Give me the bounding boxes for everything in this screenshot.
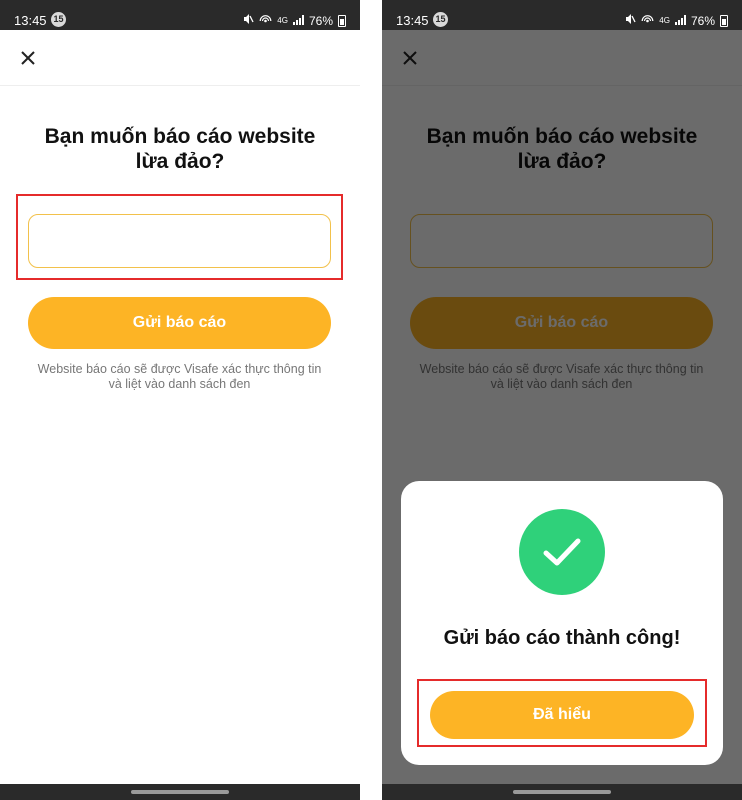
success-badge	[519, 509, 605, 595]
close-button[interactable]	[14, 44, 42, 72]
network-type: 4G	[659, 16, 670, 25]
signal-icon	[292, 14, 304, 28]
status-time: 13:45	[14, 13, 47, 28]
status-time: 13:45	[396, 13, 429, 28]
home-indicator[interactable]	[513, 790, 611, 794]
hotspot-icon	[641, 13, 654, 28]
info-text: Website báo cáo sẽ được Visafe xác thực …	[28, 362, 331, 392]
submit-report-button[interactable]: Gửi báo cáo	[28, 297, 331, 349]
signal-icon	[674, 14, 686, 28]
notification-badge: 15	[51, 12, 66, 27]
nav-bar	[382, 784, 742, 800]
app-header	[0, 30, 360, 86]
hotspot-icon	[259, 13, 272, 28]
title-line-1: Bạn muốn báo cáo website	[44, 125, 316, 148]
battery-percent: 76%	[308, 13, 333, 28]
home-indicator[interactable]	[131, 790, 229, 794]
status-icons: 4G 76%	[242, 13, 346, 28]
info-line-2: và liệt vào danh sách đen	[108, 377, 251, 391]
phone-screen-success: 13:45 15 4G 76% Bạn muốn báo cáo website…	[382, 0, 742, 800]
info-line-1: Website báo cáo sẽ được Visafe xác thực …	[37, 362, 322, 376]
confirm-button[interactable]: Đã hiểu	[430, 691, 694, 739]
success-message: Gửi báo cáo thành công!	[443, 627, 681, 649]
battery-icon	[338, 14, 346, 27]
close-icon	[21, 51, 35, 65]
page-title: Bạn muốn báo cáo website lừa đảo?	[20, 124, 340, 174]
mute-icon	[242, 13, 254, 28]
mute-icon	[624, 13, 636, 28]
website-url-input[interactable]	[28, 214, 331, 268]
title-line-2: lừa đảo?	[135, 150, 225, 173]
battery-icon	[720, 14, 728, 27]
phone-screen-report: 13:45 15 4G 76% Bạn muốn báo cáo website…	[0, 0, 360, 800]
status-icons: 4G 76%	[624, 13, 728, 28]
notification-badge: 15	[433, 12, 448, 27]
nav-bar	[0, 784, 360, 800]
success-dialog: Gửi báo cáo thành công! Đã hiểu	[401, 481, 723, 765]
check-icon	[543, 538, 581, 566]
network-type: 4G	[277, 16, 288, 25]
battery-percent: 76%	[690, 13, 715, 28]
